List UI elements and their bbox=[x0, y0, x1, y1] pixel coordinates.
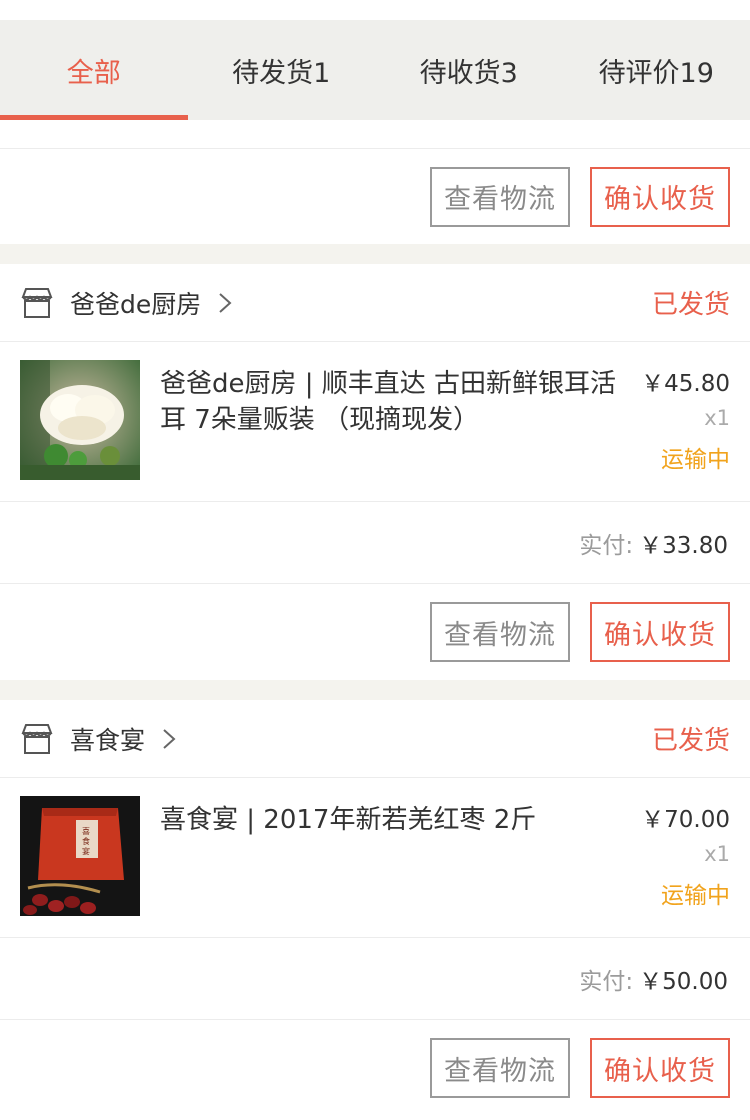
store-icon bbox=[21, 723, 53, 754]
paid-summary: 实付: ￥50.00 bbox=[0, 938, 750, 1020]
paid-label: 实付: bbox=[579, 968, 634, 995]
paid-label: 实付: bbox=[579, 532, 634, 559]
product-quantity: x1 bbox=[704, 842, 730, 866]
paid-summary: 实付: ￥33.80 bbox=[0, 502, 750, 584]
spacer bbox=[0, 120, 750, 148]
top-strip bbox=[0, 0, 750, 20]
order-tabs: 全部 待发货1 待收货3 待评价19 bbox=[0, 20, 750, 120]
store-name: 喜食宴 bbox=[70, 725, 146, 755]
order-status: 已发货 bbox=[651, 726, 730, 756]
confirm-receipt-button[interactable]: 确认收货 bbox=[590, 1038, 730, 1098]
order-card: 喜食宴 已发货 喜 食 宴 喜食宴 | 2017年新若羌红枣 2斤 ￥70.00… bbox=[0, 700, 750, 1116]
view-logistics-button[interactable]: 查看物流 bbox=[430, 1038, 570, 1098]
item-meta: ￥70.00 x1 运输中 bbox=[620, 796, 730, 919]
order-item[interactable]: 爸爸de厨房 | 顺丰直达 古田新鲜银耳活耳 7朵量贩装 （现摘现发） ￥45.… bbox=[0, 342, 750, 502]
order-card: 爸爸de厨房 已发货 爸爸de厨房 | 顺丰直达 古田新鲜银耳活耳 7朵量贩装 … bbox=[0, 264, 750, 680]
svg-text:喜: 喜 bbox=[82, 826, 90, 836]
order-item[interactable]: 喜 食 宴 喜食宴 | 2017年新若羌红枣 2斤 ￥70.00 x1 运输中 bbox=[0, 778, 750, 938]
item-meta: ￥45.80 x1 运输中 bbox=[620, 360, 730, 483]
store-name: 爸爸de厨房 bbox=[70, 289, 202, 319]
order-actions: 查看物流 确认收货 bbox=[0, 1020, 750, 1116]
product-thumbnail bbox=[20, 360, 140, 480]
svg-text:宴: 宴 bbox=[82, 846, 90, 856]
chevron-right-icon bbox=[163, 728, 176, 749]
tab-to-review[interactable]: 待评价19 bbox=[563, 20, 750, 120]
shipping-status: 运输中 bbox=[661, 447, 730, 473]
svg-text:食: 食 bbox=[82, 836, 90, 846]
tab-to-ship[interactable]: 待发货1 bbox=[188, 20, 376, 120]
store-header[interactable]: 喜食宴 已发货 bbox=[0, 700, 750, 778]
tab-to-receive[interactable]: 待收货3 bbox=[375, 20, 563, 120]
previous-order-actions: 查看物流 确认收货 bbox=[0, 148, 750, 244]
product-quantity: x1 bbox=[704, 406, 730, 430]
shipping-status: 运输中 bbox=[661, 883, 730, 909]
tab-all[interactable]: 全部 bbox=[0, 20, 188, 120]
confirm-receipt-button[interactable]: 确认收货 bbox=[590, 166, 730, 227]
order-status: 已发货 bbox=[651, 290, 730, 320]
view-logistics-button[interactable]: 查看物流 bbox=[430, 602, 570, 662]
product-price: ￥45.80 bbox=[641, 371, 730, 397]
store-icon bbox=[21, 287, 53, 318]
product-price: ￥70.00 bbox=[641, 807, 730, 833]
confirm-receipt-button[interactable]: 确认收货 bbox=[590, 602, 730, 662]
order-actions: 查看物流 确认收货 bbox=[0, 584, 750, 680]
store-header[interactable]: 爸爸de厨房 已发货 bbox=[0, 264, 750, 342]
chevron-right-icon bbox=[219, 292, 232, 313]
paid-amount: ￥50.00 bbox=[639, 968, 728, 995]
paid-amount: ￥33.80 bbox=[639, 532, 728, 559]
section-separator bbox=[0, 680, 750, 700]
product-title: 喜食宴 | 2017年新若羌红枣 2斤 bbox=[160, 805, 537, 835]
product-thumbnail: 喜 食 宴 bbox=[20, 796, 140, 916]
section-separator bbox=[0, 244, 750, 264]
product-title: 爸爸de厨房 | 顺丰直达 古田新鲜银耳活耳 7朵量贩装 （现摘现发） bbox=[160, 369, 617, 435]
view-logistics-button[interactable]: 查看物流 bbox=[430, 166, 570, 227]
